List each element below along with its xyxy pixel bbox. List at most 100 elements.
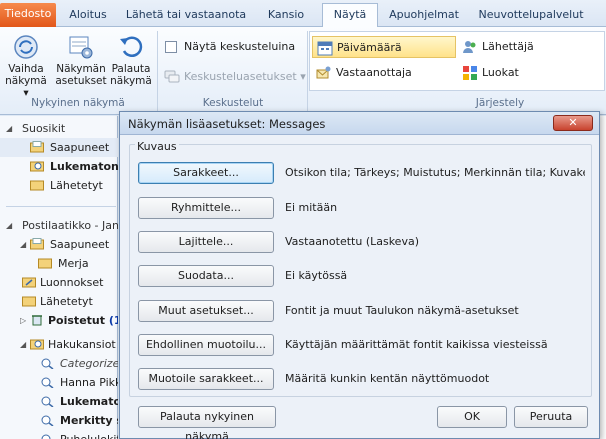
tab-addins[interactable]: Apuohjelmat [384,4,464,27]
nav-sent[interactable]: Lähetetyt [0,292,118,311]
nav-deleted-label: Poistetut (11) [48,311,118,330]
nav-unread-mail[interactable]: Lukematon [0,392,118,411]
nav-deleted[interactable]: ▷ Poistetut (11) [0,311,118,330]
nav-deleted-text: Poistetut [48,314,106,327]
favorites-label: Suosikit [22,122,66,135]
nav-unread-mail-label: Lukematon [60,395,118,408]
tab-view[interactable]: Näytä [322,3,378,27]
conditional-formatting-description: Käyttäjän määrittämät fontit kaikissa vi… [285,338,548,351]
search-folder-icon [41,377,54,388]
mailbox-header[interactable]: ◢ Postilaatikko - Jane [0,216,118,235]
sort-description: Vastaanotettu (Laskeva) [285,235,419,248]
nav-fav-unread[interactable]: Lukematon p [0,157,118,176]
group-by-description: Ei mitään [285,201,338,214]
nav-phone[interactable]: Puhelulokit [0,430,118,439]
sort-button[interactable]: Lajittele... [138,231,274,253]
tab-exchange[interactable]: Neuvottelupalvelut [472,4,590,27]
collapse-icon: ◢ [20,340,27,349]
reset-view-button[interactable]: Palauta näkymä [108,33,154,87]
tab-file[interactable]: Tiedosto [0,3,56,27]
show-conversations-label: Näytä keskusteluina [184,40,296,53]
nav-fav-inbox[interactable]: Saapuneet [0,138,118,157]
inbox-icon [30,141,44,153]
nav-hanna-label: Hanna Pikk [60,376,118,389]
arrangement-group-label: Järjestely [475,97,525,109]
columns-button[interactable]: Sarakkeet... [138,162,274,184]
collapse-icon: ◢ [6,221,13,230]
close-icon: ✕ [568,116,578,129]
deleted-items-icon [32,315,42,326]
format-columns-button[interactable]: Muotoile sarakkeet... [138,368,274,390]
checkbox-icon [165,41,177,53]
change-view-button[interactable]: Vaihda näkymä ▾ [4,33,48,99]
inbox-icon [30,238,44,250]
columns-description: Otsikon tila; Tärkeys; Muistutus; Merkin… [285,166,585,179]
nav-inbox-label: Saapuneet [50,238,110,251]
conversation-settings-button[interactable]: Keskusteluasetukset ▾ [162,67,306,87]
nav-fav-sent-label: Lähetetyt [50,179,103,192]
nav-inbox[interactable]: ◢ Saapuneet [0,235,118,254]
arrange-to-label: Vastaanottaja [336,66,412,79]
format-columns-description: Määritä kunkin kentän näyttömuodot [285,372,490,385]
cancel-button[interactable]: Peruuta [514,406,588,428]
conversations-group-label: Keskustelut [202,97,264,109]
tab-home[interactable]: Aloitus [62,4,114,27]
favorites-header[interactable]: ◢ Suosikit [0,119,118,138]
reset-current-view-button[interactable]: Palauta nykyinen näkymä [138,406,276,439]
collapse-icon: ◢ [20,240,27,249]
arrange-by-date[interactable]: Päivämäärä [312,36,456,58]
nav-flagged[interactable]: Merkitty se [0,411,118,430]
nav-divider [6,206,116,207]
other-settings-button[interactable]: Muut asetukset... [138,300,274,322]
view-settings-icon [69,36,93,59]
nav-sent-label: Lähetetyt [40,295,93,308]
view-settings-label: Näkymän asetukset [55,63,107,87]
nav-categorized-label: Categorized [60,357,118,370]
sent-folder-icon [22,296,36,307]
filter-description: Ei käytössä [285,269,348,282]
show-conversations-checkbox[interactable]: Näytä keskusteluina [162,37,295,57]
search-folder-icon [41,415,54,426]
nav-phone-label: Puhelulokit [60,430,118,439]
nav-hanna[interactable]: Hanna Pikk [0,373,118,392]
arrange-by-to[interactable]: Vastaanottaja [312,62,456,84]
nav-fav-sent[interactable]: Lähetetyt [0,176,118,195]
dialog-title: Näkymän lisäasetukset: Messages [128,117,326,131]
nav-fav-inbox-label: Saapuneet [50,141,110,154]
nav-drafts-label: Luonnokset [40,276,104,289]
envelope-person-icon [316,66,331,79]
change-view-label: Vaihda näkymä ▾ [5,63,47,99]
folder-icon [38,258,52,269]
close-button[interactable]: ✕ [553,115,593,131]
arrange-by-categories[interactable]: Luokat [458,62,598,84]
tab-folder[interactable]: Kansio [260,4,312,27]
navigation-pane: ◢ Suosikit Saapuneet Lukematon p Lähetet… [0,116,118,439]
filter-button[interactable]: Suodata... [138,265,274,287]
nav-drafts[interactable]: Luonnokset [0,273,118,292]
nav-categorized[interactable]: Categorized [0,354,118,373]
search-folder-icon [30,339,44,350]
reset-view-icon [120,36,143,57]
conditional-formatting-button[interactable]: Ehdollinen muotoilu... [138,334,274,356]
view-settings-button[interactable]: Näkymän asetukset [55,33,107,87]
calendar-icon [317,41,333,56]
ok-button[interactable]: OK [437,406,507,428]
people-icon [463,41,476,53]
dialog-title-bar[interactable]: Näkymän lisäasetukset: Messages ✕ [120,112,599,135]
nav-flagged-label: Merkitty se [60,414,118,427]
nav-search-folders[interactable]: ◢ Hakukansiot [0,335,118,354]
advanced-view-settings-dialog: Näkymän lisäasetukset: Messages ✕ Kuvaus… [119,111,600,439]
search-folder-icon [41,396,54,407]
ribbon: Vaihda näkymä ▾ Näkymän asetukset Palaut… [0,27,606,115]
group-by-button[interactable]: Ryhmittele... [138,197,274,219]
arrange-from-label: Lähettäjä [482,40,534,53]
arrange-date-label: Päivämäärä [337,41,402,54]
arrange-by-from[interactable]: Lähettäjä [458,36,598,58]
mailbox-label: Postilaatikko - Jane [22,219,118,232]
tab-send-receive[interactable]: Lähetä tai vastaanota [120,4,252,27]
drafts-icon [22,277,36,288]
conversation-settings-icon [164,70,180,83]
nav-merja[interactable]: Merja [0,254,118,273]
search-folder-icon [30,161,44,172]
conversation-settings-label: Keskusteluasetukset ▾ [184,70,306,83]
